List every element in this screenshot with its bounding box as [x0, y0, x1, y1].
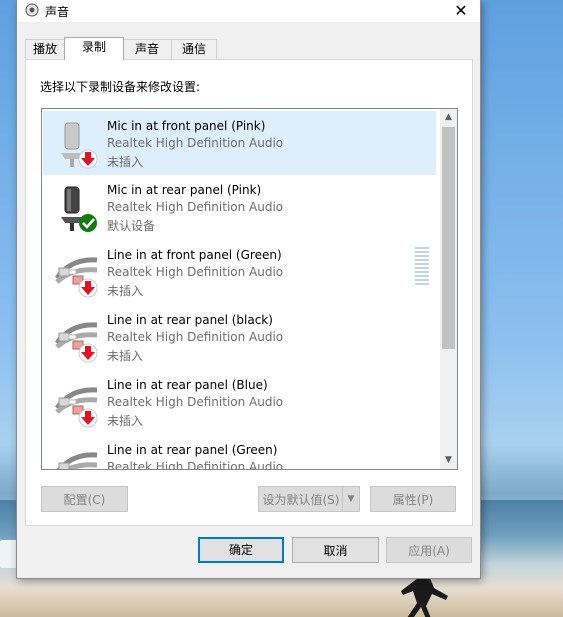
close-button[interactable]: ✕ [442, 0, 480, 22]
device-name: Line in at rear panel (Blue) [107, 378, 268, 392]
tab-playback[interactable]: 播放 [25, 39, 65, 59]
scroll-up-icon[interactable]: ▲ [440, 109, 457, 126]
device-status: 未插入 [107, 349, 144, 363]
title-bar: 声音 ✕ [17, 0, 480, 22]
scroll-down-icon[interactable]: ▼ [440, 452, 457, 469]
vertical-scrollbar[interactable]: ▲ ▼ [440, 109, 457, 469]
microphone-icon [61, 186, 97, 232]
device-name: Line in at rear panel (black) [107, 313, 273, 327]
device-list[interactable]: Mic in at front panel (Pink) Realtek Hig… [41, 108, 458, 470]
tab-communications[interactable]: 通信 [171, 39, 217, 59]
sound-dialog: 声音 ✕ 播放 录制 声音 通信 选择以下录制设备来修改设置: Mic in a… [16, 0, 481, 579]
device-item[interactable]: Mic in at rear panel (Pink) Realtek High… [43, 175, 436, 285]
device-driver: Realtek High Definition Audio [107, 136, 284, 150]
tab-sounds[interactable]: 声音 [122, 39, 172, 59]
device-name: Line in at front panel (Green) [107, 248, 282, 262]
instruction-text: 选择以下录制设备来修改设置: [40, 80, 201, 94]
device-item[interactable]: Line in at rear panel (black) Realtek Hi… [43, 305, 436, 369]
device-status: 未插入 [107, 155, 144, 169]
device-driver: Realtek High Definition Audio [107, 395, 284, 409]
device-item[interactable]: Line in at rear panel (Green) Realtek Hi… [43, 435, 436, 470]
window-title: 声音 [45, 5, 70, 19]
line-in-cable-icon [54, 387, 98, 428]
device-item[interactable]: Mic in at front panel (Pink) Realtek Hig… [43, 111, 436, 175]
tab-recording[interactable]: 录制 [64, 37, 124, 60]
device-status: 未插入 [107, 414, 144, 428]
device-driver: Realtek High Definition Audio [107, 460, 284, 470]
chevron-down-icon[interactable]: ▼ [342, 487, 359, 511]
set-default-button[interactable]: 设为默认值(S) ▼ [258, 486, 360, 512]
default-check-badge-icon [79, 214, 97, 232]
device-status: 默认设备 [107, 219, 156, 233]
device-driver: Realtek High Definition Audio [107, 265, 284, 279]
device-item[interactable]: Line in at rear panel (Blue) Realtek Hig… [43, 370, 436, 434]
device-status: 未插入 [107, 284, 144, 298]
device-item[interactable]: Line in at front panel (Green) Realtek H… [43, 240, 436, 304]
line-in-cable-icon [54, 257, 98, 298]
device-name: Mic in at rear panel (Pink) [107, 183, 262, 197]
line-in-cable-icon [56, 452, 98, 469]
cancel-button[interactable]: 取消 [292, 537, 379, 563]
ok-button[interactable]: 确定 [198, 537, 284, 563]
recording-panel: 选择以下录制设备来修改设置: Mic in at front panel (Pi… [25, 59, 473, 526]
microphone-icon [61, 122, 98, 169]
speaker-icon [25, 3, 39, 17]
device-driver: Realtek High Definition Audio [107, 330, 284, 344]
device-name: Line in at rear panel (Green) [107, 443, 278, 457]
scroll-thumb[interactable] [442, 127, 455, 349]
apply-button[interactable]: 应用(A) [386, 537, 472, 563]
device-name: Mic in at front panel (Pink) [107, 119, 266, 133]
line-in-cable-icon [54, 322, 98, 363]
device-driver: Realtek High Definition Audio [107, 200, 284, 214]
configure-button[interactable]: 配置(C) [41, 486, 128, 512]
properties-button[interactable]: 属性(P) [370, 486, 456, 512]
set-default-label: 设为默认值(S) [262, 493, 340, 507]
